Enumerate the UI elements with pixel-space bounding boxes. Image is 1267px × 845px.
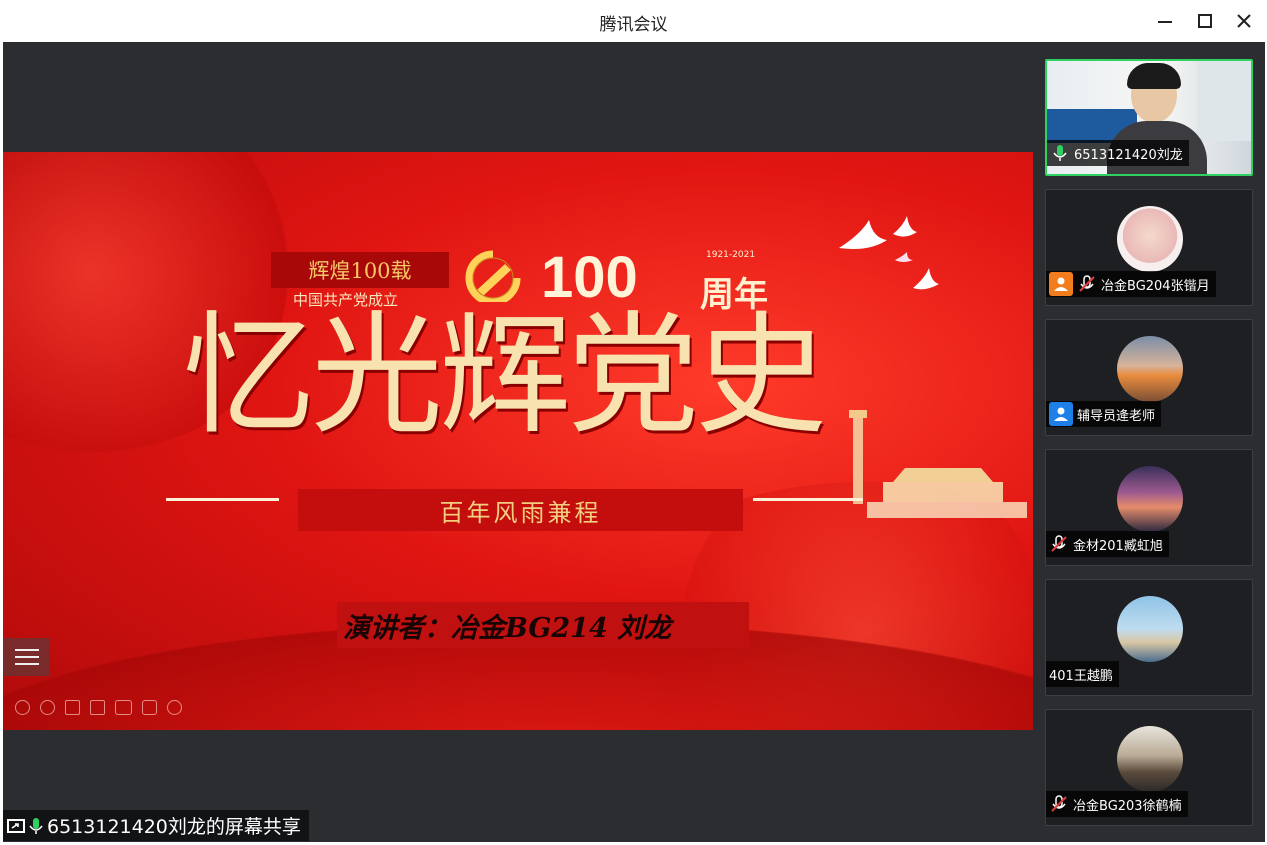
close-button[interactable] — [1229, 6, 1259, 36]
window-title: 腾讯会议 — [599, 15, 668, 35]
microphone-icon — [1053, 145, 1067, 161]
close-icon — [1237, 14, 1251, 28]
microphone-muted-icon — [1051, 535, 1067, 552]
slide-speaker: 演讲者：冶金BG214 刘龙 — [337, 602, 749, 648]
dove-icon — [839, 216, 939, 290]
participant-tile[interactable]: 401王越鹏 — [1045, 579, 1253, 696]
participant-tile[interactable]: 冶金BG204张锴月 — [1045, 189, 1253, 306]
participant-name: 冶金BG204张锴月 — [1101, 278, 1210, 294]
select-icon[interactable] — [90, 700, 105, 715]
user-icon — [1049, 272, 1073, 296]
divider-right — [753, 498, 863, 501]
slide-years: 1921-2021 — [706, 250, 756, 260]
microphone-icon — [29, 817, 43, 834]
participant-namebar: 6513121420刘龙 — [1047, 140, 1189, 166]
participant-namebar: 金材201臧虹旭 — [1046, 531, 1169, 557]
participant-name: 金材201臧虹旭 — [1073, 538, 1163, 554]
minimize-icon — [1158, 21, 1172, 23]
shared-slide: 辉煌100载 中国共产党成立 100 1921-2021 周年 忆光辉党史 百年… — [3, 152, 1033, 730]
participant-namebar: 401王越鹏 — [1046, 661, 1119, 687]
prev-slide-icon[interactable] — [15, 700, 30, 715]
tiananmen-icon — [849, 410, 1027, 518]
slide-badge: 辉煌100载 — [271, 252, 449, 288]
hair-shape — [1127, 63, 1181, 89]
participant-tile[interactable]: 金材201臧虹旭 — [1045, 449, 1253, 566]
participant-tile[interactable]: 6513121420刘龙 — [1045, 59, 1253, 176]
next-slide-icon[interactable] — [40, 700, 55, 715]
window-shape — [1197, 61, 1251, 141]
slide-subtitle: 百年风雨兼程 — [298, 489, 743, 531]
screen-share-label: 6513121420刘龙的屏幕共享 — [3, 810, 309, 841]
microphone-muted-icon — [1079, 275, 1095, 292]
share-label-text: 6513121420刘龙的屏幕共享 — [47, 816, 301, 838]
participant-name: 401王越鹏 — [1049, 668, 1113, 684]
participant-namebar: 冶金BG204张锴月 — [1046, 271, 1216, 297]
list-menu-button[interactable] — [3, 638, 49, 676]
slide-main-title: 忆光辉党史 — [183, 299, 827, 453]
maximize-button[interactable] — [1190, 6, 1220, 36]
list-icon — [15, 663, 39, 665]
participant-namebar: 冶金BG203徐鹤楠 — [1046, 791, 1188, 817]
avatar — [1117, 596, 1183, 662]
subtitle-icon[interactable] — [142, 700, 157, 715]
screen-icon[interactable] — [115, 700, 132, 715]
minimize-button[interactable] — [1150, 6, 1180, 36]
maximize-icon — [1198, 14, 1212, 28]
list-icon — [15, 656, 39, 658]
slide-controls — [15, 700, 182, 715]
user-icon — [1049, 402, 1073, 426]
list-icon — [15, 649, 39, 651]
avatar — [1117, 726, 1183, 792]
more-icon[interactable] — [167, 700, 182, 715]
avatar — [1117, 466, 1183, 532]
avatar — [1117, 206, 1183, 272]
participant-tile[interactable]: 辅导员逄老师 — [1045, 319, 1253, 436]
avatar — [1117, 336, 1183, 402]
share-screen-icon — [7, 818, 25, 833]
title-bar: 腾讯会议 — [0, 0, 1267, 42]
participant-name: 辅导员逄老师 — [1077, 408, 1156, 424]
microphone-muted-icon — [1051, 795, 1067, 812]
participant-name: 冶金BG203徐鹤楠 — [1073, 798, 1182, 814]
party-emblem-icon — [465, 250, 521, 302]
participant-namebar: 辅导员逄老师 — [1046, 401, 1162, 427]
participant-tile[interactable]: 冶金BG203徐鹤楠 — [1045, 709, 1253, 826]
pen-icon[interactable] — [65, 700, 80, 715]
divider-left — [166, 498, 279, 501]
participant-name: 6513121420刘龙 — [1074, 147, 1183, 163]
